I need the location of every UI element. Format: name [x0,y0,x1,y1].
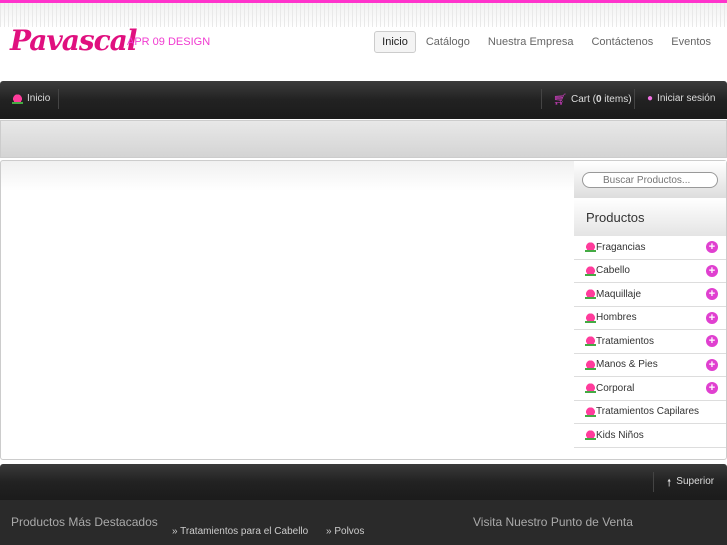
nav-eventos[interactable]: Eventos [663,31,719,53]
divider [58,89,59,109]
flower-icon [585,265,596,276]
user-icon: ● [647,93,654,104]
home-link[interactable]: Inicio [12,93,50,104]
divider [541,89,542,109]
flower-icon [585,383,596,394]
nav-empresa[interactable]: Nuestra Empresa [480,31,582,53]
cart-link[interactable]: 🛒︎ Cart (0 items) [553,93,632,106]
tagline: APR 09 DESIGN [127,36,211,48]
nav-inicio[interactable]: Inicio [374,31,416,53]
category-corporal[interactable]: Corporal + [574,377,726,401]
footer: Productos Más Destacados » Tratamientos … [0,500,727,545]
divider [653,472,654,492]
featured-title: Productos Más Destacados [11,515,158,529]
expand-icon[interactable]: + [706,358,718,371]
expand-icon[interactable]: + [706,241,718,253]
flower-icon [585,406,596,417]
back-to-top-link[interactable]: 🠕 Superior [667,476,714,493]
category-kids[interactable]: Kids Niños [574,424,726,448]
products-title: Productos [574,198,726,236]
search-input[interactable] [582,172,718,188]
category-tratamientos[interactable]: Tratamientos + [574,330,726,354]
category-fragancias[interactable]: Fragancias + [574,236,726,260]
product-list: Fragancias + Cabello + Maquillaje + Hombres… [574,236,726,448]
flower-icon [12,93,23,104]
flower-icon [585,312,596,323]
nav-catalogo[interactable]: Catálogo [418,31,478,53]
home-label: Inicio [27,93,51,104]
toolbar: Inicio 🛒︎ Cart (0 items) ● Iniciar sesión [0,81,727,119]
category-tratamientos-capilares[interactable]: Tratamientos Capilares [574,401,726,424]
login-label: Iniciar sesión [657,93,716,104]
expand-icon[interactable]: + [706,311,718,324]
footer-bar: 🠕 Superior [0,464,727,500]
flower-icon [585,359,596,370]
visit-title: Visita Nuestro Punto de Venta [473,515,633,529]
expand-icon[interactable]: + [706,382,718,394]
cart-icon: 🛒︎ [553,94,567,106]
flower-icon [585,430,596,441]
expand-icon[interactable]: + [706,288,718,300]
expand-icon[interactable]: + [706,335,718,347]
cart-label: Cart (0 items) [570,94,632,105]
nav-contactenos[interactable]: Contáctenos [583,31,661,53]
flower-icon [585,336,596,347]
expand-icon[interactable]: + [706,264,718,277]
category-maquillaje[interactable]: Maquillaje + [574,283,726,307]
main-nav: Inicio Catálogo Nuestra Empresa Contácte… [374,31,719,53]
arrow-up-icon: 🠕 [667,478,672,489]
banner-strip [0,120,727,158]
login-link[interactable]: ● Iniciar sesión [647,93,715,104]
sidebar: ⚲▾ Productos Fragancias+ Cabello+ Maquil… [574,161,726,451]
flower-icon [585,242,596,253]
search-box: ⚲▾ [574,161,726,198]
logo[interactable]: Pavascal [10,24,137,57]
flower-icon [585,289,596,300]
divider [634,89,635,109]
top-label: Superior [676,476,715,487]
category-hombres[interactable]: Hombres + [574,307,726,330]
footer-link[interactable]: » Polvos [326,526,364,537]
footer-link[interactable]: » Tratamientos para el Cabello [172,526,308,537]
category-manos-pies[interactable]: Manos & Pies + [574,354,726,377]
category-cabello[interactable]: Cabello + [574,260,726,283]
